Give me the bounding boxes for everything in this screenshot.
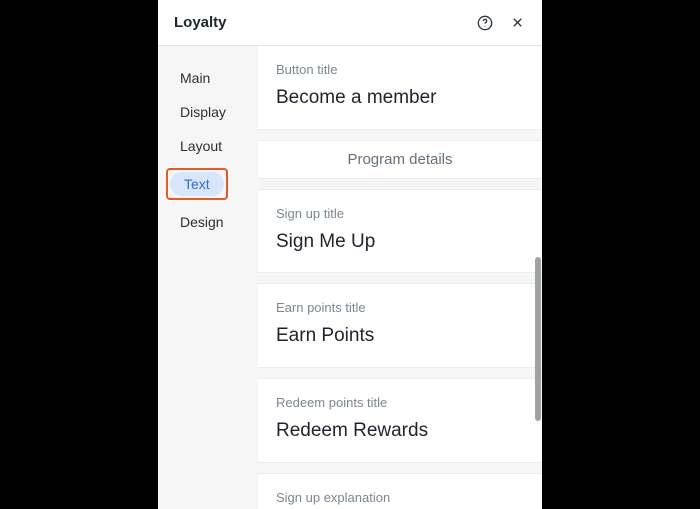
panel-header: Loyalty <box>158 0 542 46</box>
sidebar-item-text[interactable]: Text <box>170 172 224 196</box>
settings-panel: Loyalty Main Display Layout Text <box>158 0 542 509</box>
field-sign-up-title[interactable]: Sign up title Sign Me Up <box>258 189 542 274</box>
field-redeem-points-title[interactable]: Redeem points title Redeem Rewards <box>258 378 542 463</box>
panel-body: Main Display Layout Text Design Button t… <box>158 46 542 509</box>
section-header-program-details: Program details <box>258 140 542 179</box>
header-icons <box>476 14 526 32</box>
field-value: Earn Points <box>276 323 524 349</box>
content-scroll[interactable]: Button title Become a member Program det… <box>258 46 542 509</box>
scrollbar-thumb[interactable] <box>535 257 541 421</box>
field-sign-up-explanation[interactable]: Sign up explanation Sign up now to start… <box>258 473 542 509</box>
field-value: Become a member <box>276 85 524 111</box>
field-label: Sign up title <box>276 206 524 221</box>
field-label: Button title <box>276 62 524 77</box>
field-label: Redeem points title <box>276 395 524 410</box>
sidebar-item-display[interactable]: Display <box>170 100 236 124</box>
field-label: Earn points title <box>276 300 524 315</box>
close-icon[interactable] <box>508 14 526 32</box>
field-value: Redeem Rewards <box>276 418 524 444</box>
sidebar-item-layout[interactable]: Layout <box>170 134 232 158</box>
sidebar-item-text-highlight: Text <box>166 168 228 200</box>
field-value: Sign Me Up <box>276 229 524 255</box>
help-icon[interactable] <box>476 14 494 32</box>
panel-title: Loyalty <box>174 14 468 31</box>
sidebar-item-design[interactable]: Design <box>170 210 234 234</box>
field-earn-points-title[interactable]: Earn points title Earn Points <box>258 283 542 368</box>
sidebar-nav: Main Display Layout Text Design <box>158 46 258 509</box>
field-button-title[interactable]: Button title Become a member <box>258 46 542 130</box>
field-label: Sign up explanation <box>276 490 524 505</box>
sidebar-item-main[interactable]: Main <box>170 66 220 90</box>
